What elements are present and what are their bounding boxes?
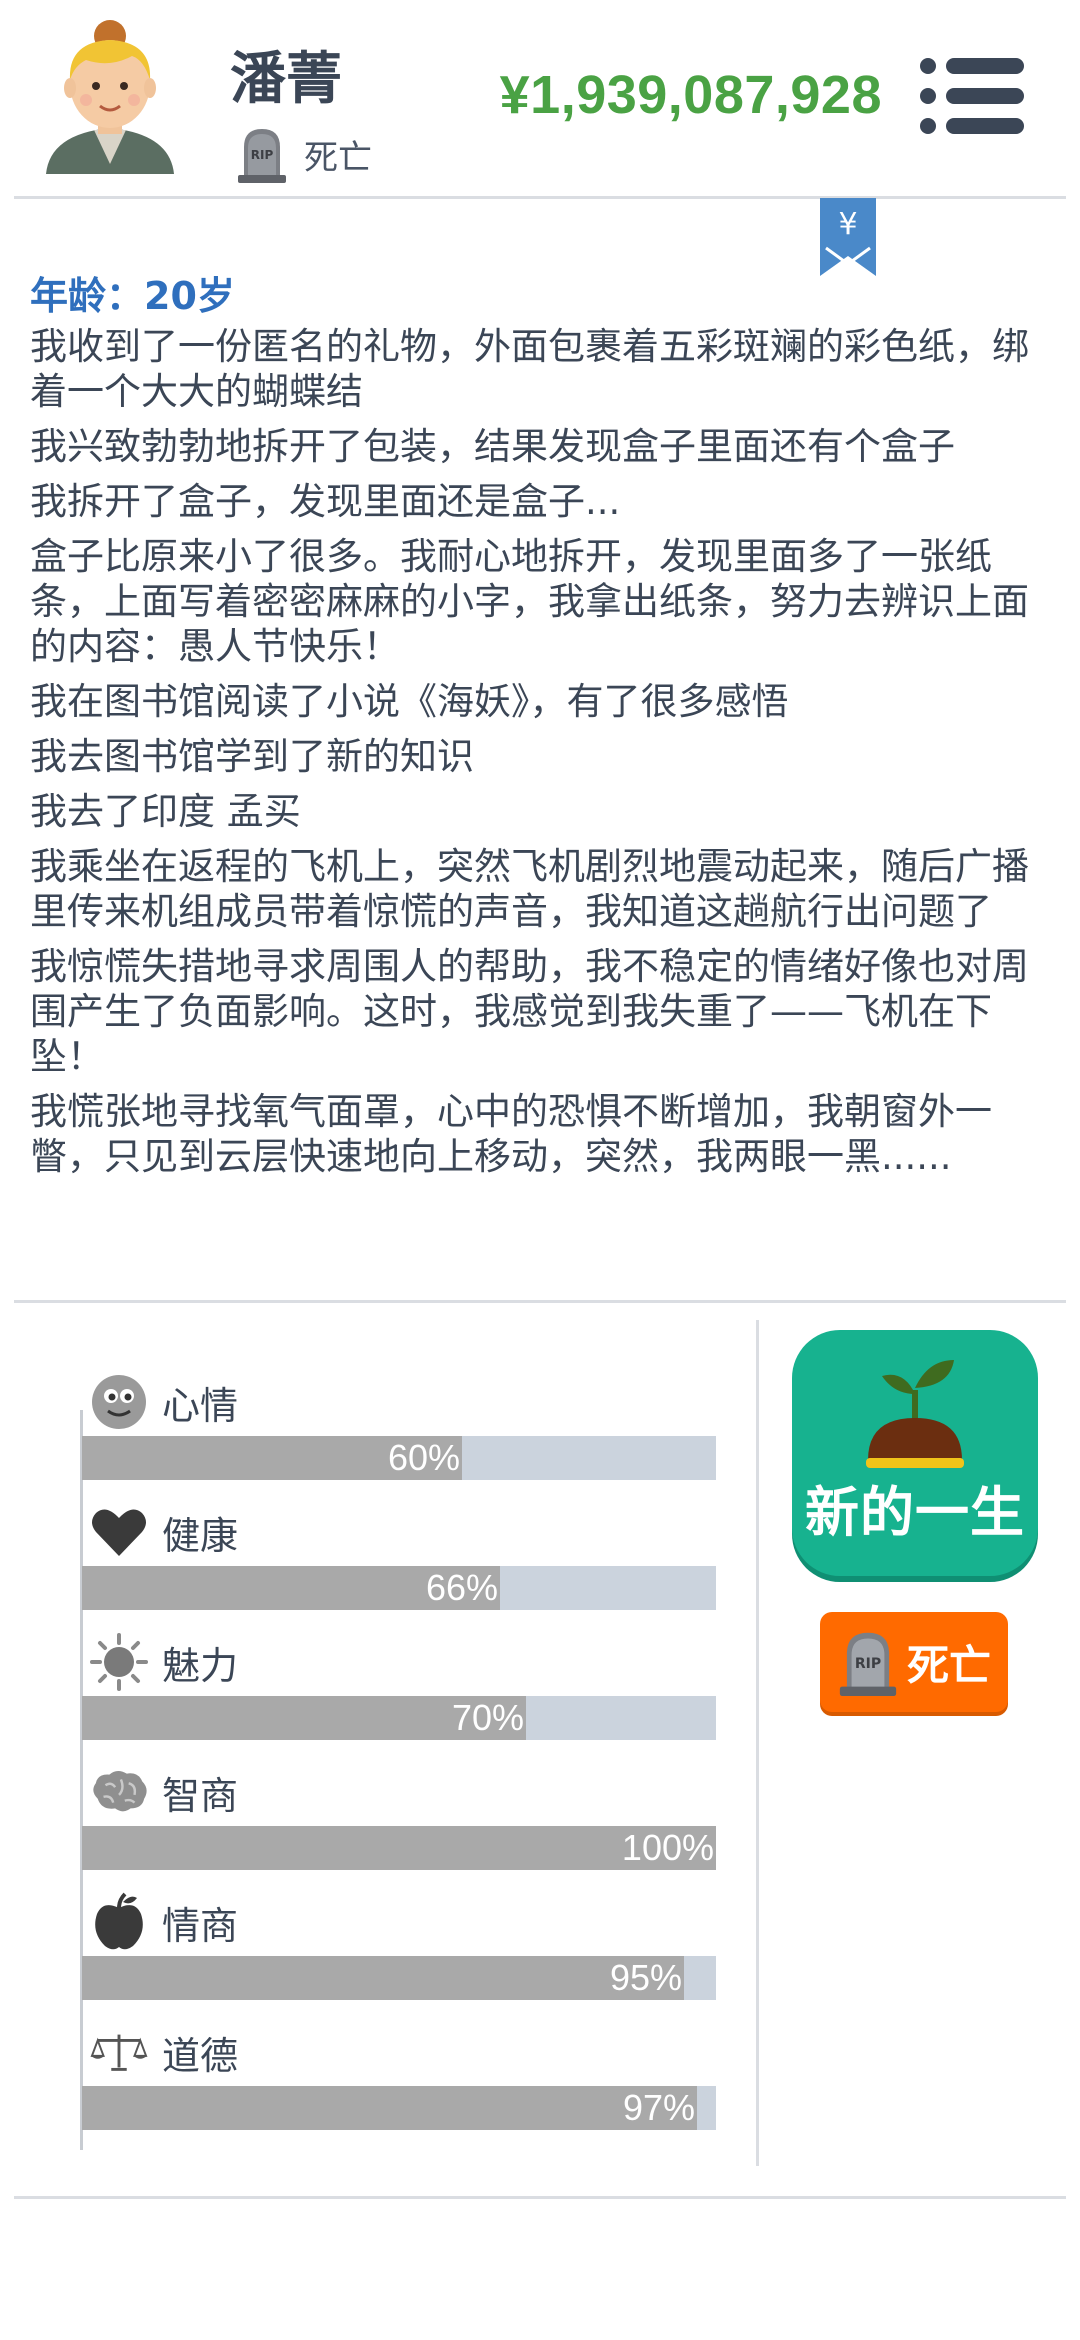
log-entry: 盒子比原来小了很多。我耐心地拆开，发现里面多了一张纸条，上面写着密密麻麻的小字，… (30, 535, 1029, 668)
stat-charm: 魅力 70% (80, 1632, 720, 1762)
scales-icon (90, 2023, 148, 2081)
stat-value: 97% (622, 2087, 695, 2128)
stat-value: 100% (621, 1827, 714, 1868)
svg-text:RIP: RIP (855, 1656, 881, 1672)
stat-bar: 60% (82, 1436, 716, 1480)
log-entry: 我惊慌失措地寻求周围人的帮助，我不稳定的情绪好像也对周围产生了负面影响。这时，我… (30, 945, 1029, 1078)
player-name: 潘菁 (230, 47, 342, 112)
heart-icon (90, 1503, 148, 1561)
stat-bar: 66% (82, 1566, 716, 1610)
log-entry: 我乘坐在返程的飞机上，突然飞机剧烈地震动起来，随后广播里传来机组成员带着惊慌的声… (30, 845, 1029, 933)
bookmark-ribbon[interactable]: ¥ (820, 198, 876, 276)
stat-label: 道德 (162, 2033, 239, 2078)
die-button[interactable]: RIP 死亡 (820, 1612, 1008, 1712)
brain-icon (90, 1763, 148, 1821)
sun-icon (90, 1633, 148, 1691)
stat-bar: 70% (82, 1696, 716, 1740)
apple-icon (90, 1892, 148, 1951)
log-entry: 我去图书馆学到了新的知识 (30, 735, 474, 778)
stat-value: 60% (387, 1437, 460, 1478)
log-entry: 我去了印度 孟买 (30, 790, 301, 833)
bookmark-symbol: ¥ (838, 207, 857, 242)
log-divider (14, 1300, 1066, 1303)
stat-label: 智商 (162, 1773, 239, 1818)
tombstone-icon: RIP (238, 129, 286, 183)
stat-morality: 道德 97% (80, 2022, 720, 2152)
stat-bar: 95% (82, 1956, 716, 2000)
sprout-icon (866, 1360, 964, 1468)
new-life-button[interactable]: 新的一生 (792, 1330, 1038, 1576)
bottom-divider (14, 2196, 1066, 2199)
log-entry: 我收到了一份匿名的礼物，外面包裹着五彩斑斓的彩色纸，绑着一个大大的蝴蝶结 (30, 325, 1029, 413)
status-text: 死亡 (304, 137, 372, 178)
header-divider (14, 196, 1066, 199)
log-entry: 我拆开了盒子，发现里面还是盒子... (30, 480, 621, 523)
new-life-label: 新的一生 (805, 1481, 1025, 1544)
smiley-icon (90, 1373, 148, 1431)
stat-label: 心情 (162, 1383, 239, 1428)
die-label: 死亡 (906, 1640, 991, 1690)
stat-label: 健康 (162, 1513, 239, 1558)
log-entry: 我在图书馆阅读了小说《海妖》，有了很多感悟 (30, 680, 789, 723)
stat-bar: 97% (82, 2086, 716, 2130)
stat-value: 66% (425, 1567, 498, 1608)
stat-iq: 智商 100% (80, 1762, 720, 1892)
log-entry: 我兴致勃勃地拆开了包装，结果发现盒子里面还有个盒子 (30, 425, 955, 468)
age-label: 年龄：20岁 (30, 274, 235, 318)
menu-button[interactable] (920, 56, 1026, 136)
panel-divider (756, 1320, 759, 2166)
tombstone-icon: RIP (839, 1632, 897, 1696)
stat-label: 情商 (162, 1903, 239, 1948)
log-entry: 我慌张地寻找氧气面罩，心中的恐惧不断增加，我朝窗外一瞥，只见到云层快速地向上移动… (30, 1090, 992, 1178)
money-balance: ¥1,939,087,928 (499, 65, 882, 125)
stat-health: 健康 66% (80, 1502, 720, 1632)
stats-panel: 心情 60% 健康 66% 魅力 70% 智商 100% 情商 95% 道德 9… (80, 1372, 720, 2152)
status-indicator: RIP 死亡 (236, 124, 372, 184)
stat-label: 魅力 (162, 1643, 239, 1688)
stat-mood: 心情 60% (80, 1372, 720, 1502)
header: 潘菁 RIP 死亡 ¥1,939,087,928 (0, 0, 1080, 196)
life-log: 年龄：20岁 我收到了一份匿名的礼物，外面包裹着五彩斑斓的彩色纸，绑着一个大大的… (30, 270, 1060, 1189)
svg-text:RIP: RIP (251, 148, 274, 162)
stat-bar: 100% (82, 1826, 716, 1870)
stat-value: 95% (609, 1957, 682, 1998)
stat-value: 70% (451, 1697, 524, 1738)
avatar (46, 20, 174, 174)
stat-eq: 情商 95% (80, 1892, 720, 2022)
